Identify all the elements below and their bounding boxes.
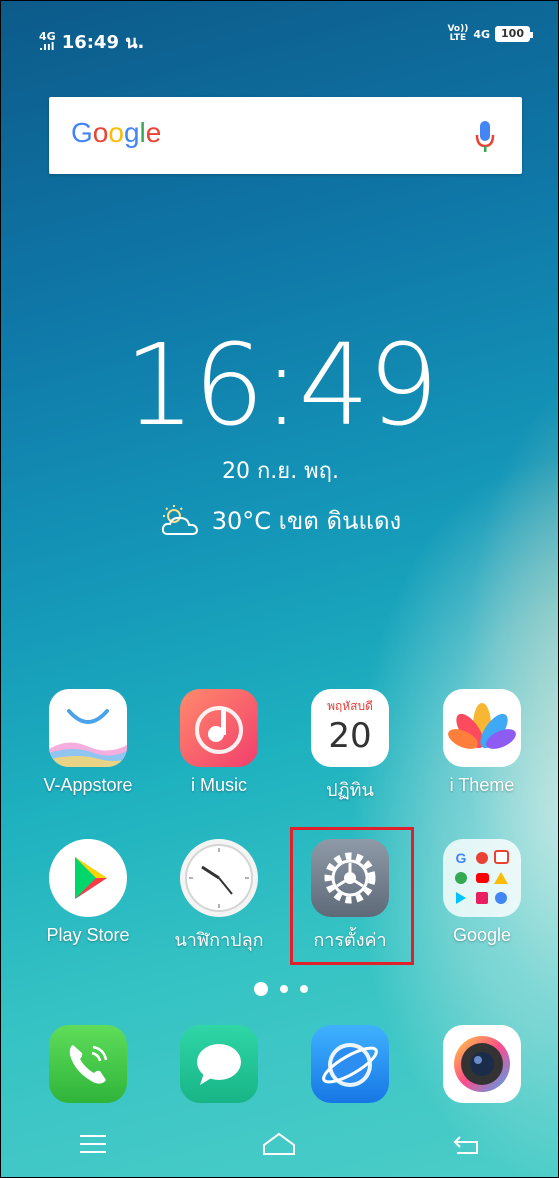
navigation-bar xyxy=(1,1111,558,1177)
browser-globe-icon xyxy=(311,1025,389,1103)
app-i-theme[interactable]: i Theme xyxy=(417,689,547,796)
status-left: 4G .ııl 16:49 น. xyxy=(39,27,144,56)
app-label: นาฬิกาปลุก xyxy=(174,930,264,950)
logo-letter: G xyxy=(71,117,93,148)
play-store-icon xyxy=(49,839,127,917)
google-search-bar[interactable]: Google xyxy=(49,97,522,174)
battery-level: 100 xyxy=(501,27,524,40)
menu-icon[interactable] xyxy=(78,1133,108,1155)
calendar-day-name: พฤหัสบดี xyxy=(327,699,373,713)
network-type-left: 4G xyxy=(39,29,56,43)
app-label: i Music xyxy=(190,775,247,795)
app-calendar[interactable]: พฤหัสบดี 20 ปฏิทิน xyxy=(285,689,415,804)
mic-icon[interactable] xyxy=(474,119,496,155)
dock-messages[interactable] xyxy=(154,1025,284,1103)
home-icon[interactable] xyxy=(261,1131,297,1157)
message-icon xyxy=(180,1025,258,1103)
highlight-box xyxy=(290,827,414,965)
status-right: Vo)) LTE 4G 100 xyxy=(447,24,533,43)
app-label: V-Appstore xyxy=(43,775,133,795)
theme-icon xyxy=(443,689,521,767)
logo-letter: o xyxy=(92,117,109,148)
page-dot[interactable] xyxy=(299,985,308,993)
music-icon xyxy=(180,689,258,767)
signal-icon: 4G .ııl xyxy=(39,29,56,53)
clock-icon xyxy=(180,839,258,917)
weather-widget[interactable]: 30°C เขต ดินแดง xyxy=(1,501,558,540)
svg-text:G: G xyxy=(456,850,467,866)
dock-camera[interactable] xyxy=(417,1025,547,1103)
page-dot[interactable] xyxy=(253,982,268,996)
logo-letter: g xyxy=(123,117,140,148)
app-label: i Theme xyxy=(449,775,515,795)
google-folder-icon: G xyxy=(443,839,521,917)
app-google-folder[interactable]: G Google xyxy=(417,839,547,946)
logo-letter: o xyxy=(108,117,124,148)
page-indicator[interactable] xyxy=(1,982,558,996)
page-dot[interactable] xyxy=(279,985,288,993)
back-icon[interactable] xyxy=(451,1132,481,1156)
network-type-right: 4G xyxy=(473,27,491,41)
date-label: 20 ก.ย. พฤ. xyxy=(222,459,339,484)
calendar-day-number: 20 xyxy=(328,716,372,756)
app-v-appstore[interactable]: V-Appstore xyxy=(23,689,153,796)
v-appstore-icon xyxy=(49,689,127,767)
phone-icon xyxy=(49,1025,127,1103)
dock-phone[interactable] xyxy=(23,1025,153,1103)
app-alarm-clock[interactable]: นาฬิกาปลุก xyxy=(154,839,284,954)
weather-text: 30°C เขต ดินแดง xyxy=(211,507,402,535)
dock-browser[interactable] xyxy=(285,1025,415,1103)
status-time: 16:49 น. xyxy=(61,32,145,53)
clock-widget[interactable]: 16:49 xyxy=(1,326,558,446)
app-play-store[interactable]: Play Store xyxy=(23,839,153,946)
partly-cloudy-icon xyxy=(161,504,198,535)
volte-icon: Vo)) LTE xyxy=(447,24,469,43)
app-label: Google xyxy=(452,925,512,945)
status-bar: 4G .ııl 16:49 น. Vo)) LTE 4G 100 xyxy=(1,1,558,61)
logo-letter: e xyxy=(145,117,162,148)
google-logo: Google xyxy=(71,117,161,149)
calendar-icon: พฤหัสบดี 20 xyxy=(311,689,389,767)
app-label: Play Store xyxy=(46,925,130,945)
home-screen: 4G .ııl 16:49 น. Vo)) LTE 4G 100 Google 16… xyxy=(0,0,559,1178)
camera-icon xyxy=(443,1025,521,1103)
app-label: ปฏิทิน xyxy=(326,780,374,800)
battery-icon: 100 xyxy=(495,26,533,42)
app-i-music[interactable]: i Music xyxy=(154,689,284,796)
